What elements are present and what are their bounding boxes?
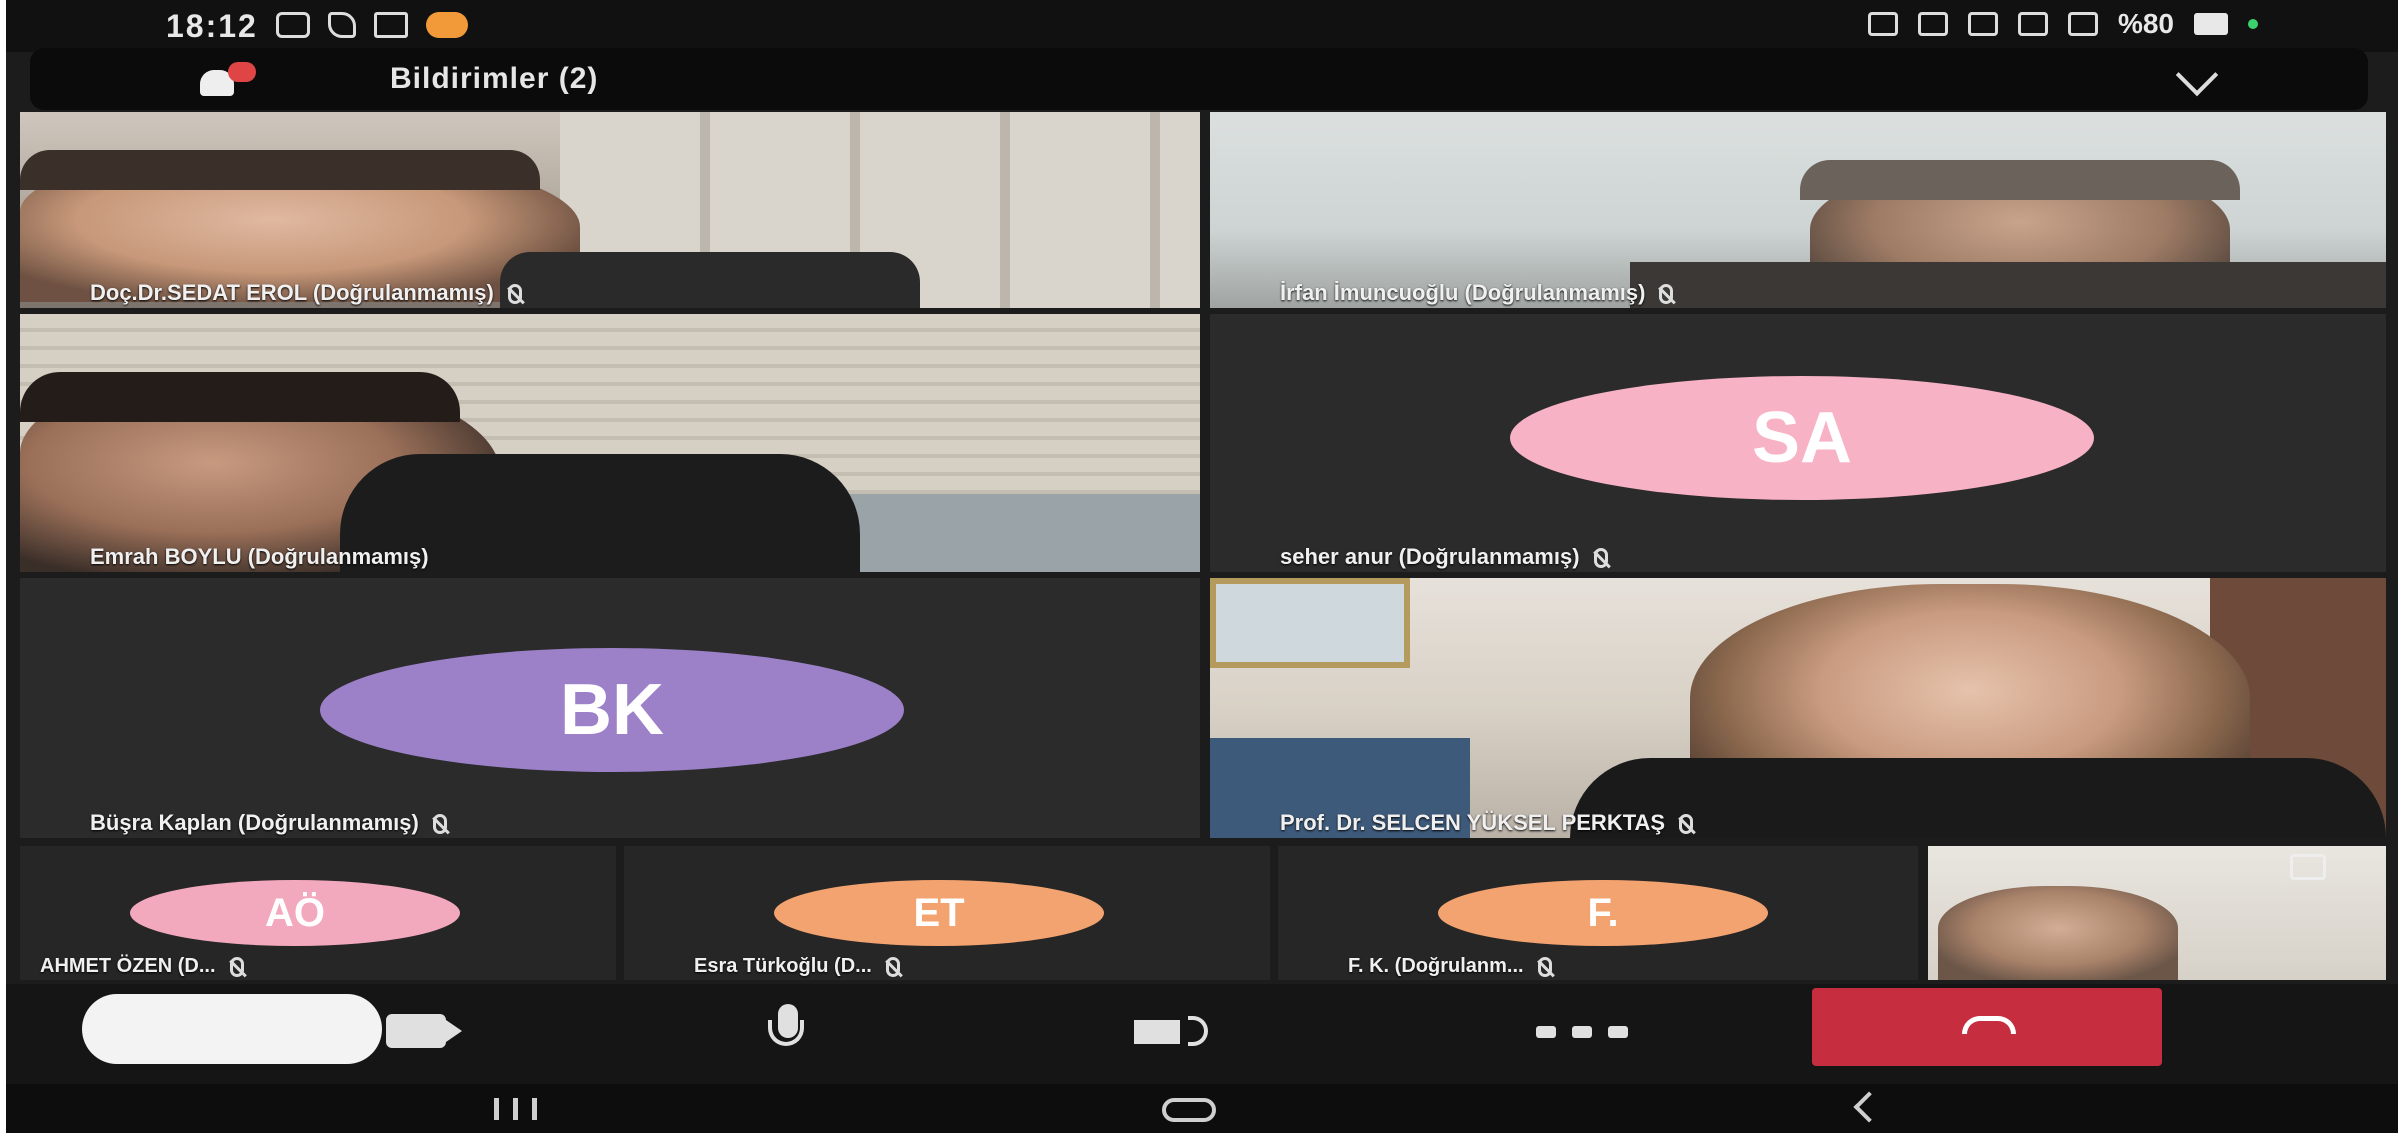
participant-tile[interactable]: ET Esra Türkoğlu (D... (624, 846, 1270, 980)
bell-icon (200, 62, 256, 96)
participant-name: İrfan İmuncuoğlu (Doğrulanmamış) (1280, 280, 1674, 306)
participant-video (1210, 578, 2386, 838)
gallery-icon (374, 12, 408, 38)
battery-icon (2194, 13, 2228, 35)
mic-off-icon (1593, 548, 1608, 569)
participant-tile[interactable]: BK Büşra Kaplan (Doğrulanmamış) (20, 578, 1200, 838)
mic-off-icon (432, 814, 447, 835)
privacy-dot-icon (2248, 19, 2258, 29)
back-button[interactable] (1853, 1091, 1885, 1123)
system-navigation-bar (6, 1084, 2398, 1133)
participant-name: Büşra Kaplan (Doğrulanmamış) (90, 810, 447, 836)
camera-icon[interactable] (386, 1014, 462, 1048)
avatar: BK (320, 648, 904, 772)
signal-icon (2067, 12, 2098, 36)
participant-name: seher anur (Doğrulanmamış) (1280, 544, 1608, 570)
missed-call-icon (328, 12, 356, 38)
participant-tile[interactable]: Prof. Dr. SELCEN YÜKSEL PERKTAŞ (1210, 578, 2386, 838)
participant-tile[interactable]: F. F. K. (Doğrulanm... (1278, 846, 1918, 980)
participant-tile[interactable]: Emrah BOYLU (Doğrulanmamış) (20, 314, 1200, 572)
status-bar: 18:12 %80 (6, 0, 2398, 52)
mute-icon (1917, 12, 1948, 36)
recents-button[interactable] (494, 1098, 537, 1120)
hangup-button[interactable] (1812, 988, 2162, 1066)
status-time: 18:12 (166, 8, 258, 44)
avatar: ET (774, 880, 1104, 946)
chat-icon (276, 12, 310, 38)
mic-off-icon (885, 956, 900, 977)
camera-toggle[interactable] (82, 994, 382, 1064)
avatar: F. (1438, 880, 1768, 946)
notifications-bar[interactable]: Bildirimler (2) (30, 48, 2368, 110)
hangup-icon (1962, 1016, 2016, 1034)
participant-tile[interactable]: SA seher anur (Doğrulanmamış) (1210, 314, 2386, 572)
more-icon[interactable] (1536, 1026, 1628, 1038)
status-system-icons: %80 (1867, 8, 2258, 40)
participant-name: F. K. (Doğrulanm... (1348, 955, 1552, 978)
status-notification-icons (276, 12, 468, 38)
participant-video (1210, 112, 2386, 308)
participant-video (20, 314, 1200, 572)
app-notification-icon (426, 12, 468, 38)
participant-tile[interactable]: AÖ AHMET ÖZEN (D... (20, 846, 616, 980)
call-toolbar (6, 984, 2398, 1084)
participant-tile[interactable]: İrfan İmuncuoğlu (Doğrulanmamış) (1210, 112, 2386, 308)
wifi-icon (1967, 12, 1998, 36)
alarm-icon (1867, 12, 1898, 36)
avatar: AÖ (130, 880, 460, 946)
mic-off-icon (507, 284, 522, 305)
notifications-title: Bildirimler (2) (390, 62, 599, 95)
self-preview[interactable] (1928, 846, 2386, 980)
teams-call-screen: 18:12 %80 Bildirimler (2) Doç.Dr.SEDAT E… (6, 0, 2398, 1133)
participant-name: Esra Türkoğlu (D... (694, 955, 900, 978)
chevron-down-icon[interactable] (2178, 56, 2218, 96)
signal-icon (2017, 12, 2048, 36)
avatar: SA (1510, 376, 2094, 500)
participant-name: Emrah BOYLU (Doğrulanmamış) (90, 544, 429, 569)
participant-name: Doç.Dr.SEDAT EROL (Doğrulanmamış) (90, 280, 522, 306)
microphone-icon[interactable] (766, 1004, 810, 1062)
participant-video (20, 112, 1200, 308)
participant-name: Prof. Dr. SELCEN YÜKSEL PERKTAŞ (1280, 810, 1694, 836)
mic-off-icon (1679, 814, 1694, 835)
battery-percent: %80 (2117, 8, 2174, 39)
participant-tile[interactable]: Doç.Dr.SEDAT EROL (Doğrulanmamış) (20, 112, 1200, 308)
speaker-icon[interactable] (1134, 1012, 1214, 1052)
mic-off-icon (1537, 956, 1552, 977)
mic-off-icon (1659, 284, 1674, 305)
switch-camera-icon[interactable] (2290, 854, 2326, 880)
mic-off-icon (229, 956, 244, 977)
home-button[interactable] (1162, 1098, 1216, 1122)
participant-name: AHMET ÖZEN (D... (40, 955, 244, 978)
